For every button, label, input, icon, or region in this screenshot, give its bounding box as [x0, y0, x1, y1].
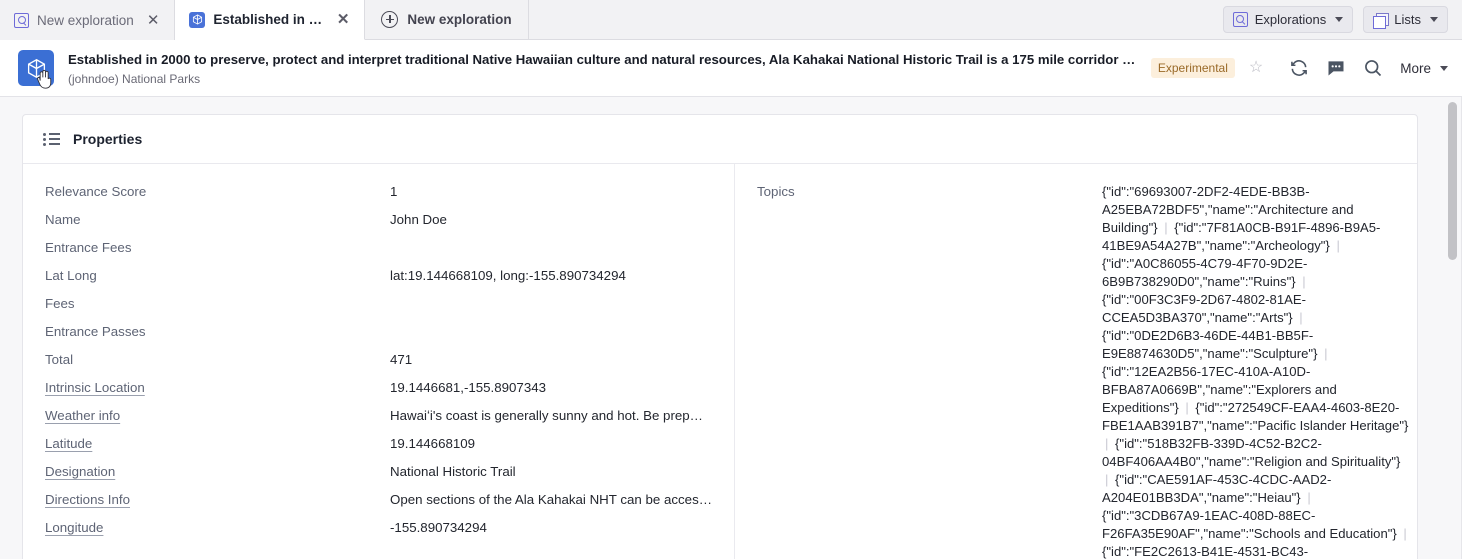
- new-exploration-tab-button[interactable]: New exploration: [365, 0, 529, 39]
- list-icon: [43, 132, 60, 146]
- topic-separator: |: [1185, 400, 1189, 415]
- property-value: Hawaiʻi's coast is generally sunny and h…: [390, 408, 703, 423]
- topic-separator: |: [1307, 490, 1311, 505]
- refresh-icon[interactable]: [1289, 58, 1309, 78]
- properties-card: Properties Relevance Score 1 Name John D…: [22, 114, 1418, 559]
- property-row: Latitude 19.144668109: [23, 430, 734, 458]
- search-icon: [14, 12, 29, 28]
- property-label: Topics: [757, 184, 795, 199]
- stacked-windows-icon: [1373, 12, 1390, 29]
- tab-bar-actions: Explorations Lists: [1222, 0, 1462, 39]
- topic-separator: |: [1403, 526, 1407, 541]
- explorations-menu-button[interactable]: Explorations: [1222, 6, 1354, 33]
- more-menu-button[interactable]: More: [1400, 61, 1448, 76]
- property-row: Designation National Historic Trail: [23, 458, 734, 486]
- property-value: 471: [390, 352, 413, 367]
- topics-value: {"id":"69693007-2DF2-4EDE-BB3B-A25EBA72B…: [1102, 184, 1409, 559]
- status-badge: Experimental: [1150, 58, 1235, 78]
- browser-tab-bar: New exploration ✕ Established in 20… ✕ N…: [0, 0, 1462, 40]
- favorite-star-icon[interactable]: ☆: [1249, 60, 1263, 76]
- new-exploration-label: New exploration: [407, 12, 512, 27]
- property-row: Intrinsic Location 19.1446681,-155.89073…: [23, 374, 734, 402]
- topic-separator: |: [1302, 274, 1306, 289]
- chevron-down-icon: [1440, 65, 1448, 71]
- property-row: Weather info Hawaiʻi's coast is generall…: [23, 402, 734, 430]
- tab-new-exploration-1[interactable]: New exploration ✕: [0, 0, 176, 40]
- object-header: Established in 2000 to preserve, protect…: [0, 40, 1462, 97]
- explorations-label: Explorations: [1254, 12, 1327, 27]
- tab-label: Established in 20…: [213, 12, 324, 27]
- cube-icon: [189, 11, 206, 28]
- property-label-link[interactable]: Latitude: [45, 430, 390, 458]
- topic-separator: |: [1105, 436, 1109, 451]
- property-row: Entrance Passes: [23, 318, 734, 346]
- properties-right-column: Topics {"id":"69693007-2DF2-4EDE-BB3B-A2…: [735, 164, 1432, 559]
- property-row: Entrance Fees: [23, 234, 734, 262]
- vertical-scrollbar[interactable]: [1448, 102, 1457, 555]
- close-icon[interactable]: ✕: [334, 10, 353, 29]
- property-value: 1: [390, 184, 398, 199]
- lists-menu-button[interactable]: Lists: [1363, 6, 1448, 33]
- property-label-link[interactable]: Intrinsic Location: [45, 374, 390, 402]
- property-value: lat:19.144668109, long:-155.890734294: [390, 268, 626, 283]
- property-row: Lat Long lat:19.144668109, long:-155.890…: [23, 262, 734, 290]
- property-row: Total 471: [23, 346, 734, 374]
- header-text-block: Established in 2000 to preserve, protect…: [68, 51, 1137, 86]
- property-row: Topics {"id":"69693007-2DF2-4EDE-BB3B-A2…: [735, 178, 1432, 559]
- property-value: John Doe: [390, 212, 447, 227]
- property-value: Open sections of the Ala Kahakai NHT can…: [390, 492, 713, 507]
- property-value: 19.144668109: [390, 436, 476, 451]
- topic-separator: |: [1336, 238, 1340, 253]
- search-icon[interactable]: [1363, 58, 1383, 78]
- property-value: 19.1446681,-155.8907343: [390, 380, 547, 395]
- properties-left-column: Relevance Score 1 Name John Doe Entrance…: [23, 164, 736, 559]
- search-icon: [1232, 12, 1248, 27]
- property-label: Entrance Passes: [45, 324, 146, 339]
- property-label: Name: [45, 212, 81, 227]
- page-title: Established in 2000 to preserve, protect…: [68, 51, 1137, 67]
- property-label-link[interactable]: Designation: [45, 458, 390, 486]
- chevron-down-icon: [1430, 17, 1438, 22]
- topic-separator: |: [1324, 346, 1328, 361]
- property-value: -155.890734294: [390, 520, 487, 535]
- object-type-icon: [18, 50, 54, 89]
- more-label: More: [1400, 60, 1431, 76]
- property-label: Fees: [45, 296, 75, 311]
- property-row: Directions Info Open sections of the Ala…: [23, 486, 734, 514]
- property-label: Entrance Fees: [45, 240, 132, 255]
- property-label-link[interactable]: Directions Info: [45, 486, 390, 514]
- property-label: Total: [45, 352, 74, 367]
- property-value: National Historic Trail: [390, 464, 516, 479]
- content-area: Properties Relevance Score 1 Name John D…: [0, 97, 1462, 559]
- property-label-link[interactable]: Longitude: [45, 514, 390, 542]
- topic-separator: |: [1164, 220, 1168, 235]
- property-label: Relevance Score: [45, 184, 147, 199]
- properties-card-header: Properties: [23, 115, 1417, 164]
- property-row: Longitude -155.890734294: [23, 514, 734, 542]
- property-label: Lat Long: [45, 268, 97, 283]
- property-row: Name John Doe: [23, 206, 734, 234]
- lists-label: Lists: [1394, 12, 1421, 27]
- comment-icon[interactable]: [1326, 58, 1346, 78]
- scrollbar-thumb[interactable]: [1448, 102, 1457, 260]
- header-actions: More: [1289, 58, 1448, 78]
- tab-established-in-2000[interactable]: Established in 20… ✕: [175, 0, 366, 40]
- properties-title: Properties: [73, 131, 143, 147]
- property-label-link[interactable]: Weather info: [45, 402, 390, 430]
- properties-columns: Relevance Score 1 Name John Doe Entrance…: [23, 164, 1417, 559]
- tab-label: New exploration: [37, 12, 134, 28]
- property-row: Fees: [23, 290, 734, 318]
- property-row: Relevance Score 1: [23, 178, 734, 206]
- close-icon[interactable]: ✕: [144, 11, 163, 30]
- plus-circle-icon: [381, 11, 399, 28]
- chevron-down-icon: [1335, 17, 1344, 22]
- topic-separator: |: [1299, 310, 1303, 325]
- topic-separator: |: [1105, 472, 1109, 487]
- page-subtitle: (johndoe) National Parks: [68, 71, 201, 86]
